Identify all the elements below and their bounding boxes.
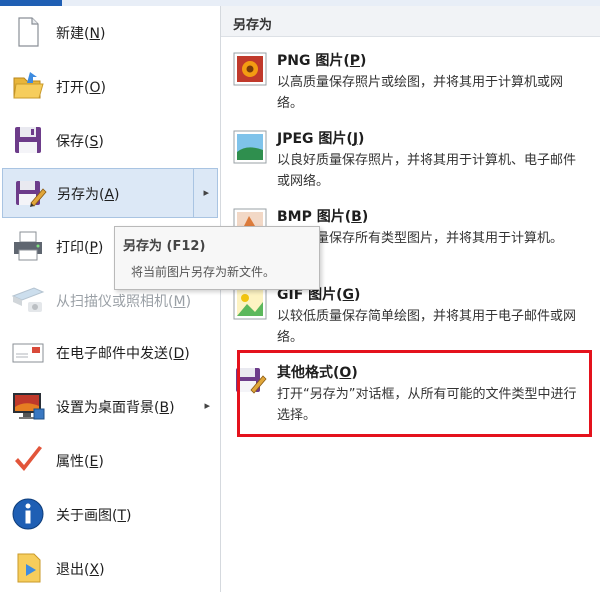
- menu-item-label: 打印(P): [56, 240, 104, 256]
- highlight-box: [237, 350, 592, 437]
- menu-item-label: 新建(N): [56, 26, 106, 42]
- gif-image-icon: [233, 286, 267, 320]
- menu-item-label: 打开(O): [56, 80, 106, 96]
- menu-item-save[interactable]: 保存(S): [2, 116, 218, 166]
- submenu-arrow-icon[interactable]: ▸: [203, 186, 209, 199]
- png-image-icon: [233, 52, 267, 86]
- menu-item-label: 设置为桌面背景(B): [56, 400, 175, 416]
- menu-item-open[interactable]: 打开(O): [2, 62, 218, 112]
- menu-item-new[interactable]: 新建(N): [2, 8, 218, 58]
- new-file-icon: [18, 17, 39, 47]
- menu-item-exit[interactable]: 退出(X): [2, 544, 218, 594]
- info-icon: [12, 498, 44, 530]
- option-description: 以高质量保存所有类型图片，并将其用于计算机。: [277, 231, 564, 246]
- menu-item-label: 保存(S): [56, 134, 104, 150]
- menu-item-send-email[interactable]: 在电子邮件中发送(D): [2, 328, 218, 378]
- floppy-disk-icon: [15, 127, 41, 153]
- save-as-option-gif[interactable]: GIF 图片(G) 以较低质量保存简单绘图，并将其用于电子邮件或网络。: [221, 282, 600, 360]
- menu-item-label: 退出(X): [56, 562, 105, 578]
- tooltip-description: 将当前图片另存为新文件。: [131, 265, 276, 279]
- submenu-arrow-icon[interactable]: ▸: [204, 399, 210, 412]
- save-as-option-jpeg[interactable]: JPEG 图片(J) 以良好质量保存照片，并将其用于计算机、电子邮件或网络。: [221, 126, 600, 204]
- exit-icon: [17, 553, 41, 583]
- menu-item-label: 关于画图(T): [56, 508, 132, 524]
- jpeg-image-icon: [233, 130, 267, 164]
- save-as-icon: [16, 181, 47, 207]
- save-as-panel: 另存为 PNG 图片(P) 以高质量保存照片或绘图，并将其用于计算机或网络。 J…: [221, 6, 600, 592]
- file-menu: 新建(N) 打开(O) 保存(S) 另存为(A) ▸ 打印(P) 从扫描仪或照相…: [0, 6, 220, 592]
- menu-item-label: 从扫描仪或照相机(M): [56, 294, 192, 310]
- checkmark-icon: [15, 446, 42, 471]
- menu-item-set-desktop[interactable]: 设置为桌面背景(B) ▸: [2, 382, 218, 432]
- option-description: 以良好质量保存照片，并将其用于计算机、电子邮件或网络。: [277, 153, 577, 189]
- email-icon: [12, 343, 44, 363]
- menu-item-label: 在电子邮件中发送(D): [56, 346, 190, 362]
- desktop-background-icon: [13, 393, 45, 420]
- panel-title: 另存为: [233, 18, 273, 33]
- menu-item-save-as[interactable]: 另存为(A) ▸: [2, 168, 218, 218]
- submenu-divider: [193, 169, 194, 217]
- option-title: BMP 图片(B): [277, 209, 369, 225]
- option-title: JPEG 图片(J): [277, 131, 365, 147]
- save-as-tooltip: 另存为 (F12) 将当前图片另存为新文件。: [114, 226, 320, 290]
- tooltip-title: 另存为 (F12): [123, 239, 206, 254]
- printer-icon: [14, 231, 42, 261]
- menu-item-label: 另存为(A): [57, 187, 120, 203]
- option-description: 以较低质量保存简单绘图，并将其用于电子邮件或网络。: [277, 309, 577, 345]
- open-folder-icon: [13, 72, 44, 99]
- menu-item-about[interactable]: 关于画图(T): [2, 490, 218, 540]
- option-title: PNG 图片(P): [277, 53, 367, 69]
- panel-header: 另存为: [221, 6, 600, 37]
- save-as-option-png[interactable]: PNG 图片(P) 以高质量保存照片或绘图，并将其用于计算机或网络。: [221, 48, 600, 126]
- option-description: 以高质量保存照片或绘图，并将其用于计算机或网络。: [277, 75, 564, 111]
- menu-item-properties[interactable]: 属性(E): [2, 436, 218, 486]
- menu-item-label: 属性(E): [56, 454, 104, 470]
- scanner-camera-icon: [11, 287, 45, 312]
